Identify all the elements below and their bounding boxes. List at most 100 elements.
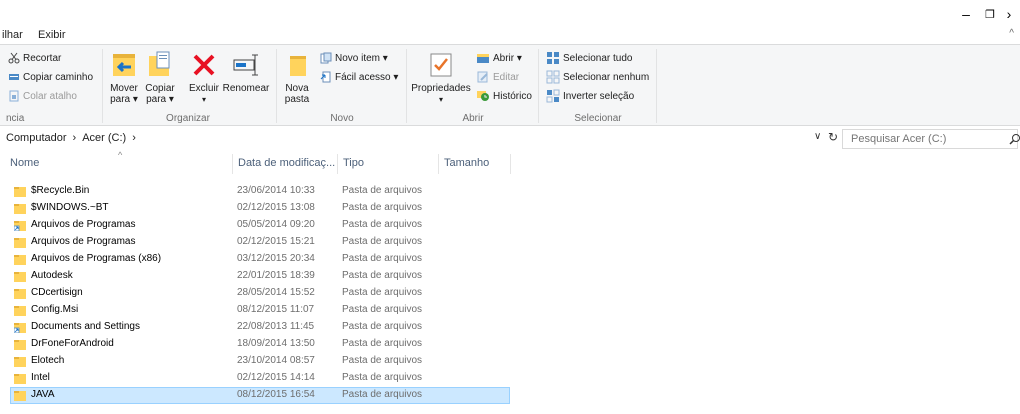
file-row[interactable]: $Recycle.Bin 23/06/2014 10:33 Pasta de arq… [0, 183, 1020, 200]
refresh-icon[interactable]: ↻ [828, 130, 838, 144]
file-date: 28/05/2014 15:52 [237, 287, 315, 298]
file-row[interactable]: Intel 02/12/2015 14:14 Pasta de arquivos [0, 370, 1020, 387]
file-row[interactable]: Elotech 23/10/2014 08:57 Pasta de arquivos [0, 353, 1020, 370]
open-button[interactable]: Abrir ▾ [476, 49, 522, 67]
easy-access-icon [320, 71, 331, 83]
clipboard-group-label: ncia [6, 113, 25, 124]
new-item-button[interactable]: Novo item ▾ [320, 49, 388, 67]
breadcrumb[interactable]: Computador › Acer (C:) › [6, 132, 136, 144]
ribbon-tabs: ilhar Exibir ^ [0, 28, 1020, 44]
file-row[interactable]: $WINDOWS.~BT 02/12/2015 13:08 Pasta de arq… [0, 200, 1020, 217]
breadcrumb-separator-icon[interactable]: › [132, 132, 136, 144]
move-folder-icon [113, 54, 135, 76]
open-label: Abrir ▾ [493, 52, 522, 64]
file-name: Documents and Settings [31, 321, 140, 332]
properties-dropdown-icon[interactable]: ▾ [439, 94, 443, 105]
move-to-button[interactable]: Mover para ▾ [108, 49, 140, 105]
folder-icon [14, 340, 26, 350]
select-none-icon [546, 70, 560, 84]
properties-button[interactable]: Propriedades ▾ [410, 49, 472, 105]
column-divider[interactable] [337, 154, 338, 174]
invert-selection-icon [546, 89, 560, 103]
file-row[interactable]: Config.Msi 08/12/2015 11:07 Pasta de arqui… [0, 302, 1020, 319]
file-name: DrFoneForAndroid [31, 338, 114, 349]
copy-path-icon [9, 74, 19, 80]
file-name: Config.Msi [31, 304, 79, 315]
folder-icon [14, 187, 26, 197]
history-label: Histórico [493, 90, 532, 102]
paste-shortcut-label: Colar atalho [23, 90, 77, 102]
select-all-button[interactable]: Selecionar tudo [546, 49, 633, 67]
file-row[interactable]: CDcertisign 28/05/2014 15:52 Pasta de arqu… [0, 285, 1020, 302]
new-item-label: Novo item ▾ [335, 52, 388, 64]
file-date: 08/12/2015 16:54 [237, 389, 315, 400]
rename-label: Renomear [222, 83, 270, 94]
file-date: 02/12/2015 15:21 [237, 236, 315, 247]
column-name[interactable]: Nome [10, 157, 39, 169]
chevron-right-icon: › [1006, 6, 1012, 22]
file-date: 05/05/2014 09:20 [237, 219, 315, 230]
file-type: Pasta de arquivos [342, 355, 423, 366]
breadcrumb-separator-icon[interactable]: › [73, 132, 77, 144]
file-type: Pasta de arquivos [342, 372, 423, 383]
file-list: $Recycle.Bin 23/06/2014 10:33 Pasta de arq… [0, 183, 1020, 404]
paste-shortcut-button[interactable]: Colar atalho [8, 87, 77, 105]
copy-folder-icon [149, 51, 170, 76]
search-box[interactable] [842, 129, 1020, 149]
file-name: Arquivos de Programas [31, 219, 136, 230]
file-row[interactable]: Documents and Settings 22/08/2013 11:45 Pa… [0, 319, 1020, 336]
file-date: 22/01/2015 18:39 [237, 270, 315, 281]
select-none-button[interactable]: Selecionar nenhum [546, 68, 649, 86]
new-item-icon [320, 52, 332, 64]
ribbon-separator [406, 49, 407, 123]
new-folder-button[interactable]: Nova pasta [280, 49, 314, 105]
column-date[interactable]: Data de modificaç... [238, 157, 335, 169]
organize-group-label: Organizar [166, 113, 210, 124]
column-divider[interactable] [438, 154, 439, 174]
move-to-label: Mover para ▾ [110, 83, 138, 105]
file-row[interactable]: Arquivos de Programas 02/12/2015 15:21 Pas… [0, 234, 1020, 251]
delete-x-icon [193, 54, 215, 76]
file-date: 23/06/2014 10:33 [237, 185, 315, 196]
column-divider[interactable] [232, 154, 233, 174]
copy-to-label: Copiar para ▾ [145, 83, 175, 105]
file-type: Pasta de arquivos [342, 270, 423, 281]
column-header: Nome ^ Data de modificaç... Tipo Tamanho [0, 150, 1020, 176]
file-row[interactable]: JAVA 08/12/2015 16:54 Pasta de arquivos [0, 387, 1020, 404]
file-row[interactable]: DrFoneForAndroid 18/09/2014 13:50 Pasta de… [0, 336, 1020, 353]
address-dropdown-icon[interactable]: ∨ [814, 131, 821, 142]
column-size[interactable]: Tamanho [444, 157, 489, 169]
file-row[interactable]: Arquivos de Programas 05/05/2014 09:20 Pas… [0, 217, 1020, 234]
cut-button[interactable]: Recortar [8, 49, 61, 67]
collapse-ribbon-icon[interactable]: ^ [1009, 28, 1014, 39]
breadcrumb-computador[interactable]: Computador [6, 132, 67, 144]
search-input[interactable] [843, 130, 993, 148]
file-row[interactable]: Autodesk 22/01/2015 18:39 Pasta de arquivo… [0, 268, 1020, 285]
copy-to-button[interactable]: Copiar para ▾ [144, 49, 176, 105]
folder-icon [14, 357, 26, 367]
column-divider[interactable] [510, 154, 511, 174]
edit-button[interactable]: Editar [476, 68, 519, 86]
rename-button[interactable]: Renomear [222, 49, 270, 94]
file-date: 22/08/2013 11:45 [237, 321, 315, 332]
tab-compartilhar[interactable]: ilhar [2, 29, 23, 41]
close-or-next-button[interactable]: › [998, 0, 1020, 28]
file-date: 02/12/2015 14:14 [237, 372, 315, 383]
scissors-icon [8, 52, 20, 64]
folder-icon [14, 391, 26, 401]
file-type: Pasta de arquivos [342, 236, 423, 247]
column-type[interactable]: Tipo [343, 157, 364, 169]
breadcrumb-acer-c[interactable]: Acer (C:) [82, 132, 126, 144]
easy-access-button[interactable]: Fácil acesso ▾ [320, 68, 398, 86]
history-button[interactable]: Histórico [476, 87, 532, 105]
file-row[interactable]: Arquivos de Programas (x86) 03/12/2015 20… [0, 251, 1020, 268]
tab-exibir[interactable]: Exibir [38, 29, 66, 41]
invert-selection-button[interactable]: Inverter seleção [546, 87, 634, 105]
delete-dropdown-icon[interactable]: ▾ [202, 94, 206, 105]
file-name: Arquivos de Programas (x86) [31, 253, 162, 264]
select-all-label: Selecionar tudo [563, 52, 633, 64]
copy-path-button[interactable]: Copiar caminho [8, 68, 93, 86]
delete-button[interactable]: Excluir ▾ [186, 49, 222, 105]
file-type: Pasta de arquivos [342, 321, 423, 332]
search-icon[interactable] [1009, 133, 1020, 145]
